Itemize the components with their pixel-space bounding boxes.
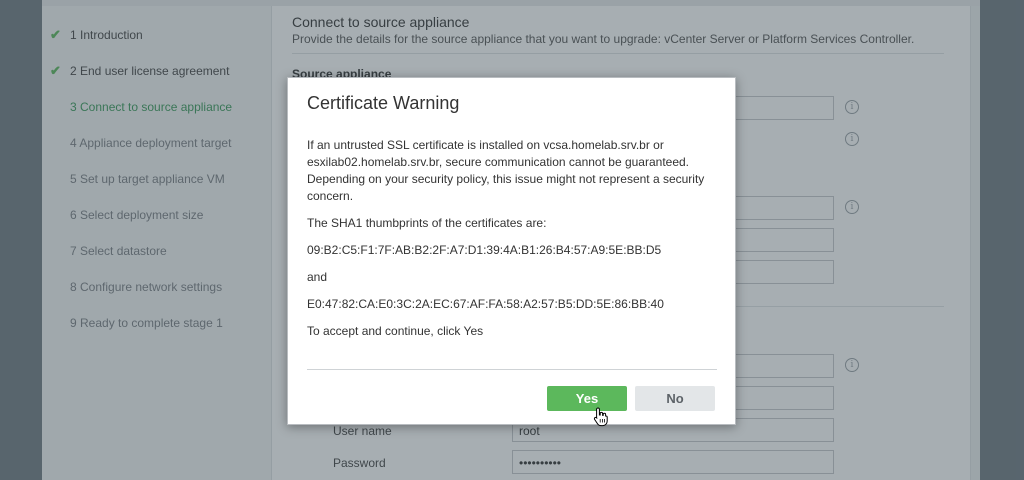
thumbprint-1: 09:B2:C5:F1:7F:AB:B2:2F:A7:D1:39:4A:B1:2…	[307, 243, 662, 257]
thumbprints-intro: The SHA1 thumbprints of the certificates…	[307, 216, 547, 230]
yes-button[interactable]: Yes	[547, 386, 627, 411]
dialog-title: Certificate Warning	[307, 93, 460, 113]
no-button[interactable]: No	[635, 386, 715, 411]
hand-cursor-icon	[593, 407, 608, 427]
certificate-warning-dialog: Certificate Warning If an untrusted SSL …	[287, 77, 736, 425]
and-text: and	[307, 270, 328, 284]
warning-text: If an untrusted SSL certificate is insta…	[307, 138, 705, 203]
dialog-separator	[307, 369, 717, 370]
dialog-body: If an untrusted SSL certificate is insta…	[307, 137, 719, 350]
thumbprint-2: E0:47:82:CA:E0:3C:2A:EC:67:AF:FA:58:A2:5…	[307, 297, 664, 311]
accept-instruction: To accept and continue, click Yes	[307, 324, 484, 338]
